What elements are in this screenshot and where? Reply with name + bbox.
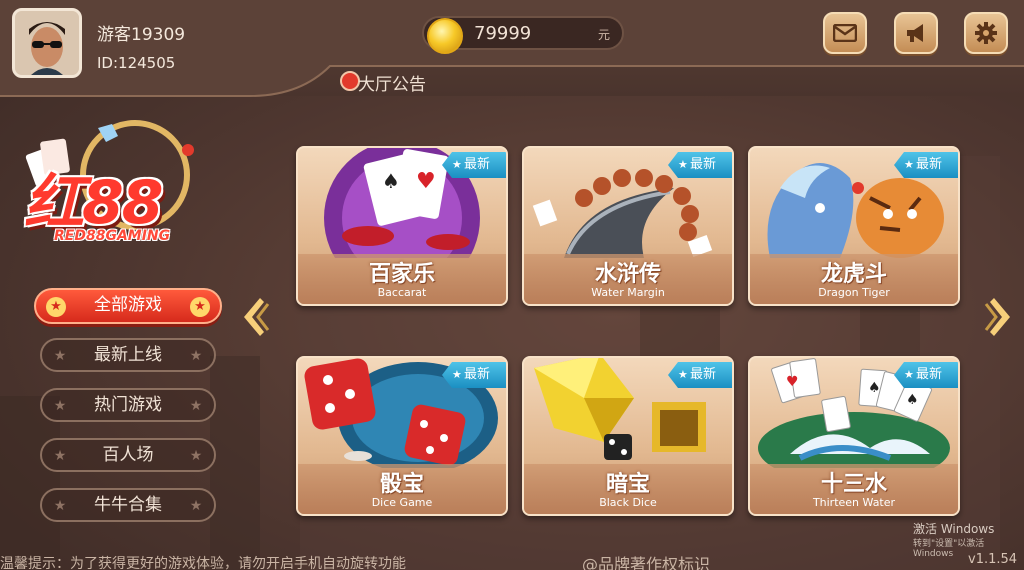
- brand-logo: 红88 RED88GAMING: [20, 120, 220, 260]
- badge-label: 最新: [464, 157, 491, 172]
- game-title: 暗宝: [605, 472, 650, 497]
- game-subtitle: Dragon Tiger: [818, 286, 890, 299]
- coin-icon: [427, 18, 463, 54]
- footer-tip: 温馨提示：为了获得更好的游戏体验，请勿开启手机自动旋转功能: [0, 556, 406, 570]
- mail-icon: [833, 24, 857, 42]
- category-label: 牛牛合集: [94, 495, 162, 515]
- category-label: 热门游戏: [94, 395, 162, 415]
- star-icon: ★: [452, 158, 462, 171]
- logo-subtitle: RED88GAMING: [54, 228, 171, 244]
- category-all-games[interactable]: ★ 全部游戏 ★: [34, 288, 222, 324]
- star-icon: ★: [904, 158, 914, 171]
- star-icon: ★: [46, 297, 66, 317]
- category-hot[interactable]: ★ 热门游戏 ★: [40, 388, 216, 422]
- game-subtitle: Baccarat: [377, 286, 427, 299]
- category-new[interactable]: ★ 最新上线 ★: [40, 338, 216, 372]
- star-icon: ★: [189, 498, 203, 514]
- star-icon: ★: [678, 368, 688, 381]
- next-page-button[interactable]: [982, 292, 1016, 342]
- star-icon: ★: [452, 368, 462, 381]
- game-title: 水浒传: [594, 262, 661, 287]
- user-id: ID:124505: [97, 54, 176, 72]
- star-icon: ★: [53, 348, 67, 364]
- new-badge: ★ 最新: [442, 152, 506, 178]
- badge-label: 最新: [916, 157, 943, 172]
- app-version: v1.1.54: [968, 552, 1018, 567]
- new-badge: ★ 最新: [442, 362, 506, 388]
- svg-text:♥: ♥: [416, 169, 436, 194]
- badge-label: 最新: [916, 367, 943, 382]
- top-bar: 游客19309 ID:124505 79999 元 大厅公告: [0, 0, 1024, 97]
- svg-text:♠: ♠: [868, 380, 881, 396]
- chevron-right-icon: [984, 298, 1010, 336]
- star-icon: ★: [190, 297, 210, 317]
- new-badge: ★ 最新: [894, 362, 958, 388]
- announcement-button[interactable]: [894, 12, 938, 54]
- category-label: 全部游戏: [94, 295, 162, 315]
- svg-text:♠: ♠: [906, 392, 919, 408]
- star-icon: ★: [53, 398, 67, 414]
- coin-unit: 元: [597, 28, 610, 42]
- windows-activation-title: 激活 Windows: [913, 522, 995, 536]
- star-icon: ★: [678, 158, 688, 171]
- coin-value: 79999: [474, 23, 532, 44]
- new-badge: ★ 最新: [894, 152, 958, 178]
- game-title: 十三水: [820, 472, 887, 497]
- avatar[interactable]: [12, 8, 82, 78]
- username: 游客19309: [97, 25, 186, 45]
- svg-text:♠: ♠: [382, 169, 400, 193]
- game-card-dice[interactable]: 骰宝 Dice Game ★ 最新: [296, 356, 508, 516]
- game-subtitle: Water Margin: [591, 286, 665, 299]
- svg-text:♥: ♥: [786, 374, 799, 390]
- coin-balance[interactable]: 79999 元: [422, 16, 624, 54]
- mail-button[interactable]: [823, 12, 867, 54]
- star-icon: ★: [189, 398, 203, 414]
- footer-copyright: @品牌著作权标识: [582, 555, 711, 570]
- megaphone-icon: [907, 24, 923, 42]
- badge-label: 最新: [690, 367, 717, 382]
- game-card-dragon-tiger[interactable]: 龙虎斗 Dragon Tiger ★ 最新: [748, 146, 960, 306]
- speaker-icon: [340, 71, 360, 91]
- game-card-black-dice[interactable]: 暗宝 Black Dice ★ 最新: [522, 356, 734, 516]
- game-subtitle: Dice Game: [371, 496, 433, 509]
- game-title: 骰宝: [379, 472, 424, 497]
- game-subtitle: Black Dice: [599, 496, 657, 509]
- settings-button[interactable]: [964, 12, 1008, 54]
- category-label: 百人场: [102, 445, 154, 465]
- gear-icon: [975, 22, 997, 44]
- chevron-left-icon: [244, 298, 270, 336]
- badge-label: 最新: [690, 157, 717, 172]
- game-title: 百家乐: [368, 262, 435, 287]
- category-hundred-players[interactable]: ★ 百人场 ★: [40, 438, 216, 472]
- star-icon: ★: [53, 448, 67, 464]
- game-card-water-margin[interactable]: 水浒传 Water Margin ★ 最新: [522, 146, 734, 306]
- star-icon: ★: [53, 498, 67, 514]
- category-label: 最新上线: [94, 345, 162, 365]
- new-badge: ★ 最新: [668, 362, 732, 388]
- star-icon: ★: [189, 448, 203, 464]
- announcement-text: 大厅公告: [358, 75, 426, 95]
- announcement-bar[interactable]: 大厅公告: [330, 68, 1024, 95]
- prev-page-button[interactable]: [238, 292, 272, 342]
- game-title: 龙虎斗: [820, 262, 887, 287]
- star-icon: ★: [189, 348, 203, 364]
- new-badge: ★ 最新: [668, 152, 732, 178]
- star-icon: ★: [904, 368, 914, 381]
- game-card-baccarat[interactable]: ♠ ♥ 百家乐 Baccarat ★ 最新: [296, 146, 508, 306]
- badge-label: 最新: [464, 367, 491, 382]
- category-niuniu[interactable]: ★ 牛牛合集 ★: [40, 488, 216, 522]
- game-subtitle: Thirteen Water: [812, 496, 896, 509]
- game-card-thirteen-water[interactable]: ♥ ♠ ♠ 十三水 Thirteen Water ★ 最新: [748, 356, 960, 516]
